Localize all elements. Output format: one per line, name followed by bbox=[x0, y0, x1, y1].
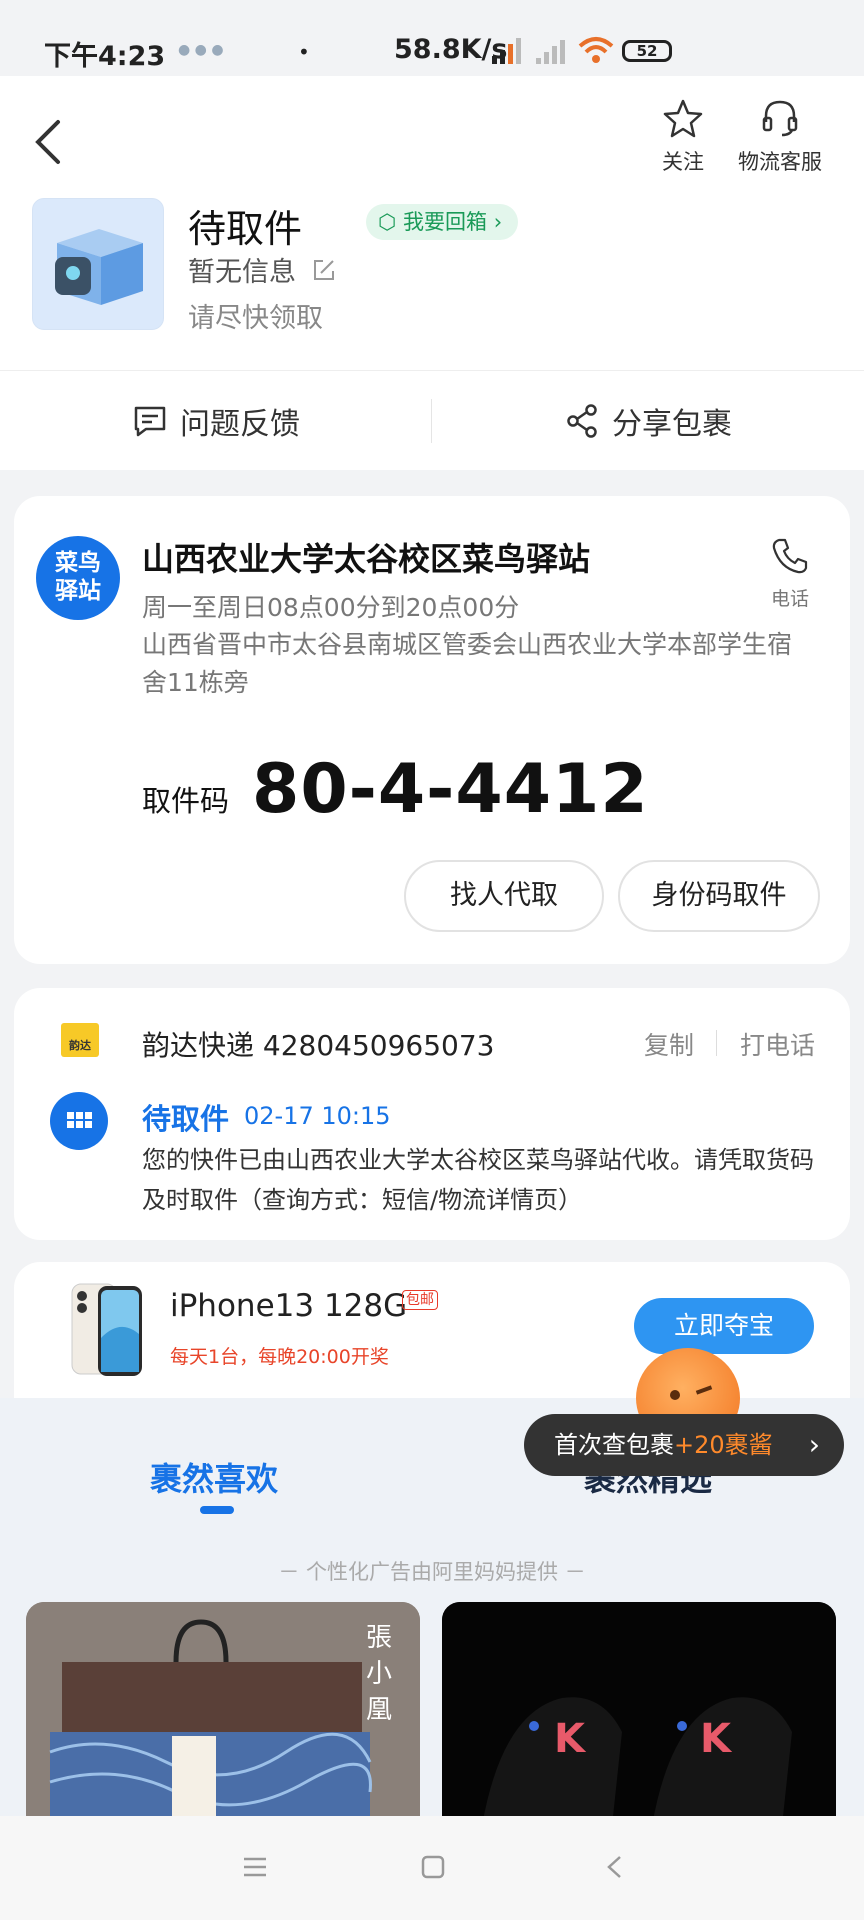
return-box-button[interactable]: ⬡ 我要回箱 › bbox=[366, 204, 519, 240]
svg-text:凰: 凰 bbox=[366, 1695, 392, 1725]
share-icon bbox=[567, 404, 597, 438]
package-box-icon bbox=[55, 229, 143, 305]
station-phone-button[interactable]: 电话 bbox=[770, 536, 810, 611]
tab-guoran-like[interactable]: 裹然喜欢 bbox=[150, 1454, 278, 1500]
signal-icon-2 bbox=[536, 40, 565, 64]
notification-icons: ● ● ● bbox=[178, 42, 224, 58]
product-thumbnail-1[interactable]: 張 小 凰 bbox=[26, 1602, 420, 1826]
signal-icon bbox=[492, 38, 521, 64]
station-card: 菜鸟 驿站 山西农业大学太谷校区菜鸟驿站 周一至周日08点00分到20点00分 山… bbox=[14, 496, 850, 964]
svg-text:小: 小 bbox=[366, 1659, 392, 1689]
courier-tracking-number: 韵达快递 4280450965073 bbox=[142, 1029, 495, 1062]
gift-bag-image: 張 小 凰 bbox=[26, 1602, 420, 1826]
mascot-wink bbox=[695, 1385, 713, 1395]
divider bbox=[716, 1030, 717, 1056]
toast-text: 首次查包裹 bbox=[554, 1431, 674, 1459]
grab-now-button[interactable]: 立即夺宝 bbox=[634, 1298, 814, 1354]
pickup-code-label: 取件码 bbox=[142, 784, 230, 818]
product-thumbnail-2[interactable]: K K bbox=[442, 1602, 836, 1826]
copy-button[interactable]: 复制 bbox=[644, 1026, 694, 1062]
product-subtitle: 每天1台，每晚20:00开奖 bbox=[170, 1346, 389, 1368]
station-name: 山西农业大学太谷校区菜鸟驿站 bbox=[142, 540, 591, 578]
system-nav-bar bbox=[0, 1816, 864, 1920]
tracking-card: 韵达 韵达快递 4280450965073 复制 打电话 待取件 02-17 1… bbox=[14, 988, 850, 1240]
reward-toast[interactable]: 首次查包裹+20裹酱 › bbox=[524, 1414, 844, 1476]
share-label: 分享包裹 bbox=[612, 407, 732, 442]
chevron-right-icon: › bbox=[808, 1428, 820, 1461]
phone-icon bbox=[772, 538, 808, 574]
tracking-description: 您的快件已由山西农业大学太谷校区菜鸟驿站代收。请凭取货码及时取件（查询方式：短信… bbox=[142, 1146, 814, 1214]
id-code-pickup-button[interactable]: 身份码取件 bbox=[618, 860, 820, 932]
battery-indicator: 52 bbox=[622, 40, 672, 62]
svg-text:K: K bbox=[700, 1716, 733, 1762]
follow-button[interactable]: 关注 bbox=[662, 98, 704, 176]
feedback-label: 问题反馈 bbox=[180, 407, 300, 442]
package-info-text: 暂无信息 bbox=[188, 257, 296, 288]
action-row: 问题反馈 分享包裹 bbox=[0, 370, 864, 470]
call-button[interactable]: 打电话 bbox=[740, 1026, 815, 1062]
svg-text:張: 張 bbox=[366, 1623, 392, 1653]
dot-icon: • bbox=[298, 40, 310, 64]
package-image bbox=[32, 198, 164, 330]
tracking-time: 02-17 10:15 bbox=[244, 1102, 391, 1130]
chevron-right-icon: › bbox=[493, 210, 503, 234]
package-info: 暂无信息 bbox=[188, 250, 337, 289]
station-address: 山西省晋中市太谷县南城区管委会山西农业大学本部学生宿舍11栋旁 bbox=[142, 630, 793, 697]
yunda-logo: 韵达 bbox=[61, 1023, 99, 1057]
return-box-label: 我要回箱 bbox=[403, 210, 488, 234]
mascot-eye bbox=[670, 1390, 680, 1400]
pickup-code: 80-4-4412 bbox=[252, 750, 649, 829]
star-icon bbox=[663, 99, 703, 138]
status-bar: 下午4:23 ● ● ● • 58.8K/s 52 bbox=[0, 0, 864, 76]
grid-icon bbox=[67, 1112, 92, 1128]
phone-label: 电话 bbox=[770, 588, 809, 610]
home-icon[interactable] bbox=[420, 1854, 446, 1880]
active-tab-indicator bbox=[200, 1506, 234, 1514]
free-shipping-badge: 包邮 bbox=[402, 1290, 438, 1310]
package-header: 关注 物流客服 待取件 ⬡ 我要回箱 › 暂无信息 请尽快领取 bbox=[0, 76, 864, 370]
feedback-icon bbox=[134, 406, 166, 437]
box-icon: ⬡ bbox=[378, 210, 397, 234]
toast-reward: +20裹酱 bbox=[674, 1431, 773, 1459]
back-arrow-icon[interactable] bbox=[28, 114, 68, 170]
product-name: iPhone13 128G bbox=[170, 1288, 408, 1324]
menu-icon[interactable] bbox=[242, 1856, 268, 1878]
station-hours: 周一至周日08点00分到20点00分 bbox=[142, 593, 520, 622]
back-icon[interactable] bbox=[604, 1854, 624, 1880]
sneaker-image: K K bbox=[442, 1602, 836, 1826]
tracking-status: 待取件 bbox=[142, 1102, 230, 1136]
logistics-service-label: 物流客服 bbox=[738, 150, 822, 174]
wifi-icon bbox=[578, 37, 614, 63]
ad-disclaimer: － 个性化广告由阿里妈妈提供 － bbox=[278, 1560, 586, 1584]
follow-label: 关注 bbox=[662, 150, 704, 174]
status-time: 下午4:23 bbox=[44, 41, 166, 72]
share-button[interactable]: 分享包裹 bbox=[432, 371, 864, 471]
iphone-product-image bbox=[71, 1283, 142, 1376]
package-status-title: 待取件 bbox=[188, 207, 303, 251]
package-sub-text: 请尽快领取 bbox=[188, 303, 323, 334]
grid-status-icon bbox=[50, 1092, 108, 1150]
proxy-pickup-button[interactable]: 找人代取 bbox=[404, 860, 604, 932]
feedback-button[interactable]: 问题反馈 bbox=[0, 371, 432, 471]
headset-icon bbox=[762, 100, 798, 137]
svg-text:K: K bbox=[554, 1716, 587, 1762]
edit-icon[interactable] bbox=[311, 257, 337, 283]
logistics-service-button[interactable]: 物流客服 bbox=[738, 98, 822, 176]
cainiao-station-logo: 菜鸟 驿站 bbox=[36, 536, 120, 620]
